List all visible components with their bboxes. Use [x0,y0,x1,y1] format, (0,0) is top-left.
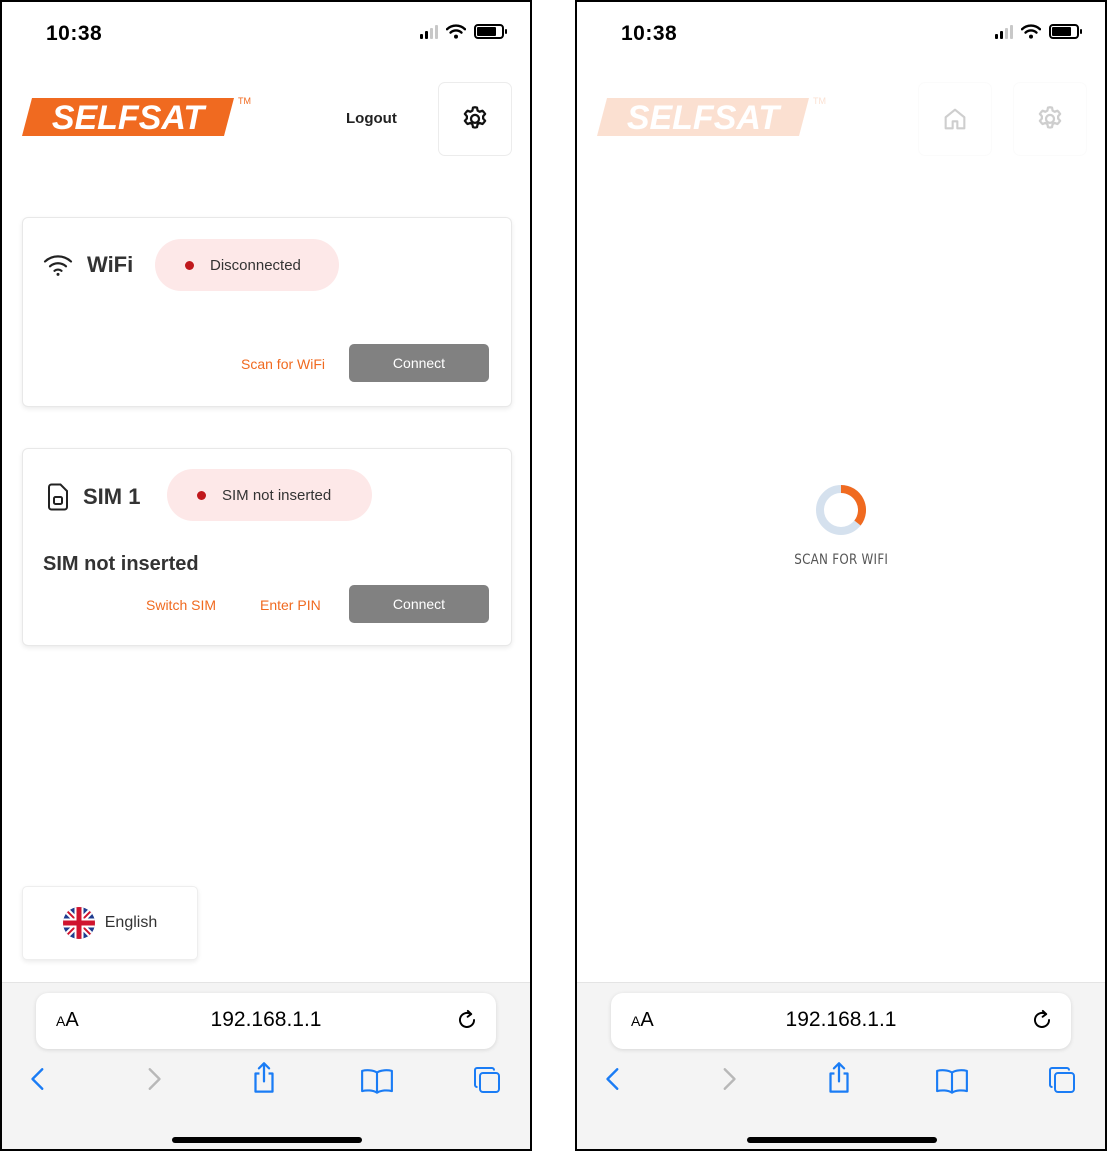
phone-screen-loading: 10:38 SELFSAT TM SCAN FOR WIFI AA 192.16… [575,0,1107,1151]
status-icons [420,24,507,39]
status-dot-icon [197,490,206,500]
loading-spinner-icon [816,485,866,535]
sim-status-badge: SIM not inserted [167,469,372,521]
wifi-status-icon [446,24,466,39]
browser-toolbar: AA 192.168.1.1 [577,982,1105,1149]
address-bar[interactable]: AA 192.168.1.1 [36,993,496,1049]
selfsat-logo: SELFSAT TM [597,96,826,137]
trademark-mark: TM [813,96,826,106]
language-selector[interactable]: English [22,886,198,960]
back-icon[interactable] [601,1065,627,1093]
settings-gear-icon [1035,104,1065,134]
uk-flag-icon [62,907,95,939]
wifi-title-text: WiFi [87,252,134,277]
sim-card-icon [48,483,68,511]
url-text: 192.168.1.1 [785,1008,897,1031]
phone-screen-dashboard: 10:38 SELFSAT TM Logout WiFi Disconnecte… [0,0,532,1151]
cellular-signal-icon [995,24,1013,39]
scan-wifi-link[interactable]: Scan for WiFi [241,356,325,372]
back-icon[interactable] [26,1065,52,1093]
reload-icon[interactable] [1029,1007,1055,1033]
logo-text: SELFSAT [627,99,783,137]
battery-icon [1049,24,1082,39]
status-dot-icon [185,260,194,270]
sim-card: SIM 1 SIM not inserted SIM not inserted … [22,448,512,646]
tabs-icon[interactable] [1047,1065,1077,1095]
wifi-card-title: WiFi [43,252,133,278]
home-indicator [747,1137,937,1143]
status-time: 10:38 [621,22,678,45]
tabs-icon[interactable] [472,1065,502,1095]
wifi-status-badge: Disconnected [155,239,339,291]
wifi-status-icon [1021,24,1041,39]
battery-icon [474,24,507,39]
sim-title-text: SIM 1 [83,484,141,509]
status-time: 10:38 [46,22,103,45]
share-icon[interactable] [825,1061,853,1095]
reload-icon[interactable] [454,1007,480,1033]
settings-button[interactable] [1013,82,1087,156]
browser-toolbar: AA 192.168.1.1 [2,982,530,1149]
logout-button[interactable]: Logout [346,110,397,127]
bookmarks-icon[interactable] [360,1067,394,1095]
enter-pin-link[interactable]: Enter PIN [260,597,321,613]
trademark-mark: TM [238,96,251,106]
wifi-icon [43,255,73,276]
settings-gear-icon [460,104,490,134]
wifi-connect-button[interactable]: Connect [349,344,489,382]
home-icon [941,105,969,133]
logo-text: SELFSAT [52,99,208,137]
selfsat-logo: SELFSAT TM [22,96,251,137]
forward-icon[interactable] [140,1065,166,1093]
bookmarks-icon[interactable] [935,1067,969,1095]
forward-icon[interactable] [715,1065,741,1093]
settings-button[interactable] [438,82,512,156]
sim-connect-button[interactable]: Connect [349,585,489,623]
wifi-card: WiFi Disconnected Scan for WiFi Connect [22,217,512,407]
sim-card-title: SIM 1 [47,483,140,511]
share-icon[interactable] [250,1061,278,1095]
switch-sim-link[interactable]: Switch SIM [146,597,216,613]
home-indicator [172,1137,362,1143]
sim-message: SIM not inserted [43,553,199,575]
language-label: English [104,914,158,931]
wifi-status-text: Disconnected [210,256,301,274]
loading-label: SCAN FOR WIFI [794,552,888,568]
cellular-signal-icon [420,24,438,39]
home-button[interactable] [918,82,992,156]
status-icons [995,24,1082,39]
loading-indicator: SCAN FOR WIFI [577,482,1105,568]
address-bar[interactable]: AA 192.168.1.1 [611,993,1071,1049]
url-text: 192.168.1.1 [210,1008,322,1031]
sim-status-text: SIM not inserted [222,486,332,504]
